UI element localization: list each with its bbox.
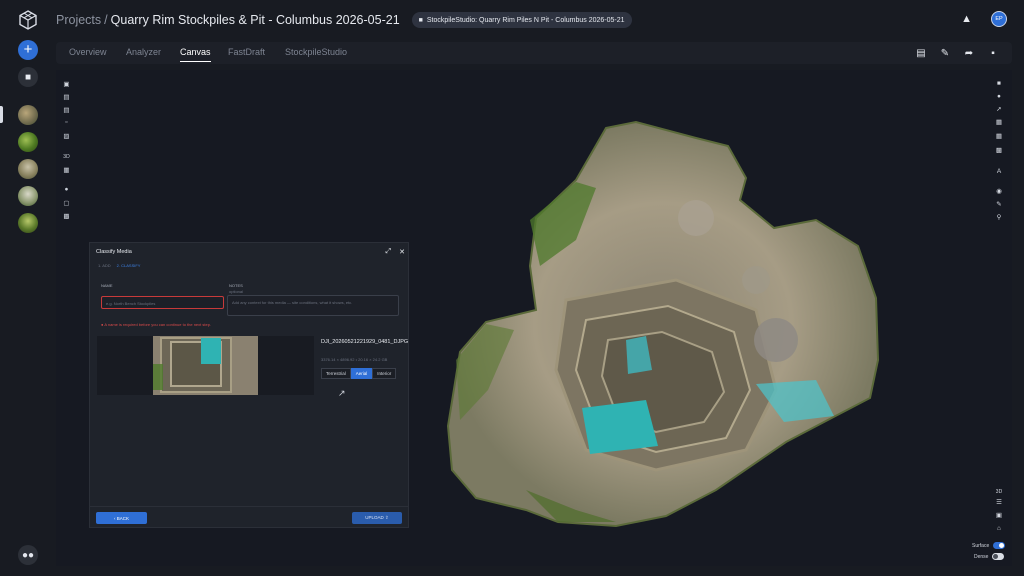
back-button[interactable]: ‹ BACK [96,512,147,524]
image-icon[interactable]: ▦ [62,165,71,174]
folder-button[interactable]: ■ [18,67,38,87]
tab-fastdraft[interactable]: FastDraft [228,47,265,57]
monitor-icon[interactable]: ▣ [994,510,1004,520]
expand-icon[interactable]: ⤢ [386,248,392,256]
dense-toggle-row: Dense [974,553,1005,560]
media-preview [97,336,314,395]
step-classify: 2. CLASSIFY [116,263,141,268]
file-disabled-icon[interactable]: ▫ [62,118,71,127]
close-icon[interactable]: ✕ [399,248,405,256]
app-logo-icon[interactable] [18,10,38,30]
polyline-icon[interactable]: ➚ [994,104,1004,114]
document-icon[interactable]: ▤ [62,92,71,101]
comment-icon[interactable]: ■ [994,78,1004,88]
stockpile-icon[interactable]: ▩ [994,145,1004,155]
list-icon[interactable]: ☰ [994,497,1004,507]
surface-toggle-row: Surface [972,542,1006,549]
top-bar: Projects / Quarry Rim Stockpiles & Pit -… [56,8,1016,32]
tab-stockpilestudio[interactable]: StockpileStudio [285,47,347,57]
folder-badge[interactable]: ■ StockpileStudio: Quarry Rim Piles N Pi… [411,12,632,28]
breadcrumb-separator: / [104,13,108,27]
home-icon[interactable]: ⌂ [994,523,1004,533]
view-3d-toggle[interactable]: 3D [994,487,1004,497]
dense-toggle[interactable] [992,553,1005,560]
page-title: Quarry Rim Stockpiles & Pit - Columbus 2… [110,13,400,27]
chat-icon: ●● [21,549,35,561]
edit-icon[interactable]: ✎ [938,46,952,60]
zoom-in-icon[interactable]: ⚲ [994,212,1004,222]
surface-toggle[interactable] [993,542,1006,549]
folder-icon: ■ [24,71,32,83]
dialog-footer: ‹ BACK UPLOAD ⇪ [90,506,408,527]
user-avatar[interactable]: EP [991,11,1007,27]
tab-bar: Overview Analyzer Canvas FastDraft Stock… [56,42,1012,64]
tab-canvas[interactable]: Canvas [180,47,211,62]
left-sidebar: + ■ ●● [0,0,56,576]
text-annotation-icon[interactable]: A [994,166,1004,176]
save-icon[interactable]: ▣ [62,79,71,88]
type-terrestrial-button[interactable]: Terrestrial [321,368,351,379]
type-aerial-button[interactable]: Aerial [350,368,373,379]
report-icon[interactable]: ▤ [914,46,928,60]
notes-optional-label: optional [229,289,244,294]
dialog-title: Classify Media [96,249,132,255]
polygon-icon[interactable]: ▦ [994,117,1004,127]
grid-icon[interactable]: ▦ [994,131,1004,141]
user-icon[interactable]: ● [62,185,71,194]
name-input[interactable]: e.g. North Bench Stockpiles [101,296,224,309]
tab-overview[interactable]: Overview [69,47,107,57]
project-thumbnail[interactable] [18,213,38,233]
notifications-bell-icon[interactable]: ▲ [961,13,972,25]
add-project-button[interactable]: + [18,40,38,60]
tab-analyzer[interactable]: Analyzer [126,47,161,57]
folder-icon: ■ [418,16,423,24]
mouse-cursor-icon: ↗ [338,388,346,398]
upload-button[interactable]: UPLOAD ⇪ [352,512,402,524]
name-label: NAME [101,283,113,288]
project-thumbnail[interactable] [18,105,38,125]
file-meta: 3376.14 × 4896.92 • 20.16 × 24.2 GB [321,357,388,362]
file-name: DJI_20260521221929_0481_DJPG [321,339,409,345]
breadcrumb-projects[interactable]: Projects [56,13,101,27]
project-thumbnail[interactable] [18,132,38,152]
active-project-indicator [0,106,3,123]
type-interior-button[interactable]: Interior [372,368,397,379]
view-3d-button[interactable]: 3D [62,152,71,161]
folder-badge-label: StockpileStudio: Quarry Rim Piles N Pit … [426,16,625,24]
step-add[interactable]: 1. ADD [98,263,111,268]
dense-toggle-label: Dense [974,553,989,560]
ruler-icon[interactable]: ✎ [994,199,1004,209]
camera-icon[interactable]: ▩ [62,211,71,220]
media-type-selector: Terrestrial Aerial Interior [321,368,397,379]
dialog-steps: 1. ADD 2. CLASSIFY [98,263,140,268]
visibility-eye-icon[interactable]: ◉ [994,186,1004,196]
point-icon[interactable]: ● [994,91,1004,101]
file-icon[interactable]: ▤ [62,105,71,114]
surface-toggle-label: Surface [972,542,990,549]
project-thumbnail[interactable] [18,159,38,179]
classify-media-dialog: Classify Media ⤢ ✕ 1. ADD 2. CLASSIFY NA… [89,242,409,528]
project-thumbnail[interactable] [18,186,38,206]
name-error-message: ● A name is required before you can cont… [101,322,212,327]
share-icon[interactable]: ➦ [962,46,976,60]
notes-label: NOTES [229,283,243,288]
layers-icon[interactable]: ▨ [62,131,71,140]
notes-textarea[interactable]: Add any context for this media — site co… [227,295,399,316]
delete-icon[interactable]: ▪ [986,46,1000,60]
fullscreen-icon[interactable]: ▢ [62,198,71,207]
chat-button[interactable]: ●● [18,545,38,565]
